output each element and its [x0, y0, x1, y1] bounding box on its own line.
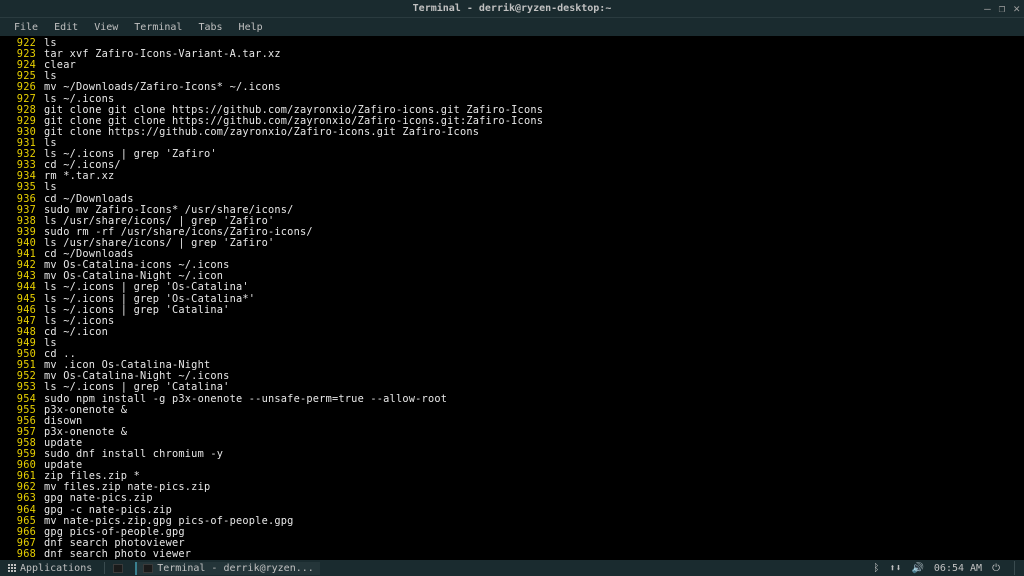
history-number: 954: [4, 394, 36, 405]
history-line: 933cd ~/.icons/: [4, 160, 1020, 171]
window-title: Terminal - derrik@ryzen-desktop:~: [413, 3, 612, 14]
taskbar-right: ᛒ ⬆⬇ 🔊 06:54 AM ⏻: [873, 561, 1020, 575]
history-line: 934rm *.tar.xz: [4, 171, 1020, 182]
window-titlebar: Terminal - derrik@ryzen-desktop:~ — ❐ ✕: [0, 0, 1024, 18]
history-number: 945: [4, 294, 36, 305]
terminal-icon: [143, 564, 153, 573]
taskbar-left: Applications Terminal - derrik@ryzen...: [4, 562, 320, 575]
history-line: 923tar xvf Zafiro-Icons-Variant-A.tar.xz: [4, 49, 1020, 60]
pinned-files-icon[interactable]: [113, 564, 123, 573]
history-number: 927: [4, 94, 36, 105]
menu-view[interactable]: View: [86, 20, 126, 35]
maximize-button[interactable]: ❐: [999, 2, 1006, 15]
history-line: 926mv ~/Downloads/Zafiro-Icons* ~/.icons: [4, 82, 1020, 93]
history-command: git clone https://github.com/zayronxio/Z…: [44, 126, 479, 138]
history-number: 944: [4, 282, 36, 293]
history-number: 926: [4, 82, 36, 93]
history-line: 962mv files.zip nate-pics.zip: [4, 482, 1020, 493]
history-line: 924clear: [4, 60, 1020, 71]
history-number: 963: [4, 493, 36, 504]
applications-label: Applications: [20, 563, 92, 574]
network-icon[interactable]: ⬆⬇: [889, 563, 901, 574]
history-line: 960update: [4, 460, 1020, 471]
history-line: 940ls /usr/share/icons/ | grep 'Zafiro': [4, 238, 1020, 249]
taskbar: Applications Terminal - derrik@ryzen... …: [0, 560, 1024, 576]
menu-help[interactable]: Help: [231, 20, 271, 35]
clock[interactable]: 06:54 AM: [934, 563, 982, 574]
menu-edit[interactable]: Edit: [46, 20, 86, 35]
menu-tabs[interactable]: Tabs: [190, 20, 230, 35]
history-line: 946ls ~/.icons | grep 'Catalina': [4, 305, 1020, 316]
history-line: 935ls: [4, 182, 1020, 193]
menubar: File Edit View Terminal Tabs Help: [0, 18, 1024, 36]
power-icon[interactable]: ⏻: [992, 563, 1000, 574]
terminal-output[interactable]: 922ls923tar xvf Zafiro-Icons-Variant-A.t…: [0, 36, 1024, 560]
menu-terminal[interactable]: Terminal: [126, 20, 190, 35]
history-number: 935: [4, 182, 36, 193]
history-line: 954sudo npm install -g p3x-onenote --uns…: [4, 394, 1020, 405]
history-line: 949ls: [4, 338, 1020, 349]
history-line: 947ls ~/.icons: [4, 316, 1020, 327]
history-line: 930git clone https://github.com/zayronxi…: [4, 127, 1020, 138]
volume-icon[interactable]: 🔊: [911, 563, 923, 574]
history-line: 932ls ~/.icons | grep 'Zafiro': [4, 149, 1020, 160]
menu-file[interactable]: File: [6, 20, 46, 35]
history-number: 936: [4, 194, 36, 205]
history-line: 948cd ~/.icon: [4, 327, 1020, 338]
bluetooth-icon[interactable]: ᛒ: [873, 563, 879, 574]
history-line: 959sudo dnf install chromium -y: [4, 449, 1020, 460]
applications-button[interactable]: Applications: [4, 562, 96, 575]
history-command: tar xvf Zafiro-Icons-Variant-A.tar.xz: [44, 48, 281, 60]
history-line: 957p3x-onenote &: [4, 427, 1020, 438]
history-line: 956disown: [4, 416, 1020, 427]
taskbar-task-terminal[interactable]: Terminal - derrik@ryzen...: [135, 562, 320, 575]
show-desktop-button[interactable]: [1014, 561, 1020, 575]
applications-icon: [8, 564, 16, 572]
task-title: Terminal - derrik@ryzen...: [157, 563, 314, 574]
window-controls: — ❐ ✕: [984, 2, 1020, 15]
history-line: 955p3x-onenote &: [4, 405, 1020, 416]
close-button[interactable]: ✕: [1013, 2, 1020, 15]
minimize-button[interactable]: —: [984, 2, 991, 15]
history-number: 953: [4, 382, 36, 393]
taskbar-separator: [104, 562, 105, 574]
